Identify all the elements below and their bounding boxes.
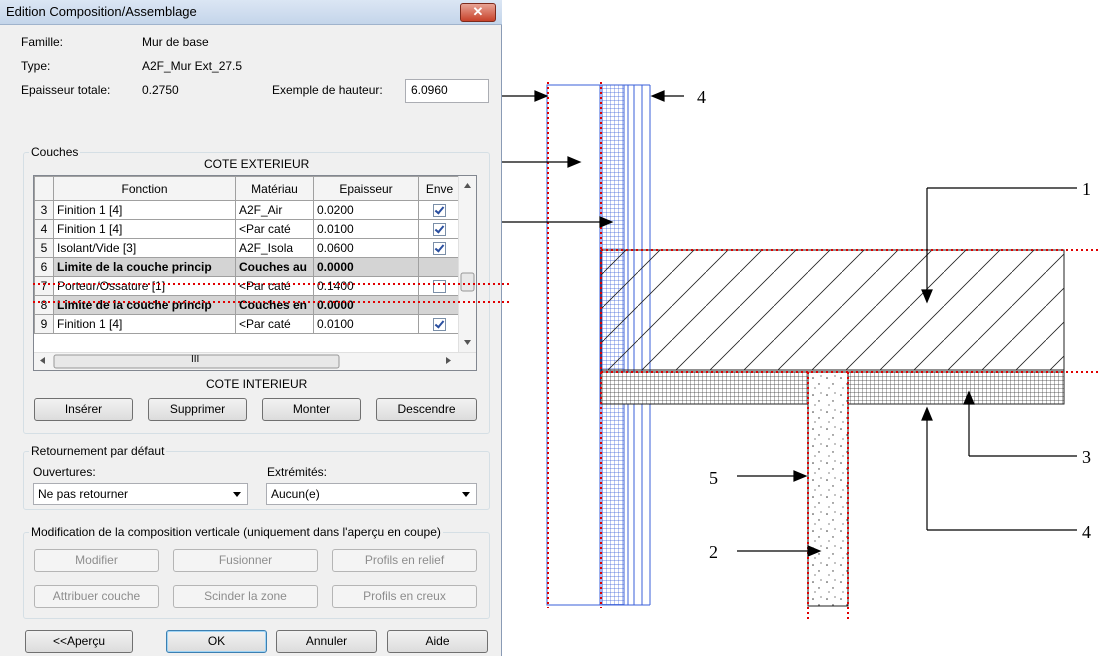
callout-2: 2 — [709, 542, 718, 562]
callout-4-top: 4 — [697, 87, 706, 107]
callout-1: 1 — [1082, 179, 1091, 199]
overlay-guides — [33, 283, 502, 303]
callout-3: 3 — [1082, 447, 1091, 467]
callout-5: 5 — [709, 468, 718, 488]
interior-partition — [807, 371, 849, 607]
floor-slab — [600, 249, 1065, 371]
wall-section-drawing: 4 1 3 4 5 2 — [502, 82, 1099, 620]
callout-4-bottom: 4 — [1082, 522, 1091, 542]
